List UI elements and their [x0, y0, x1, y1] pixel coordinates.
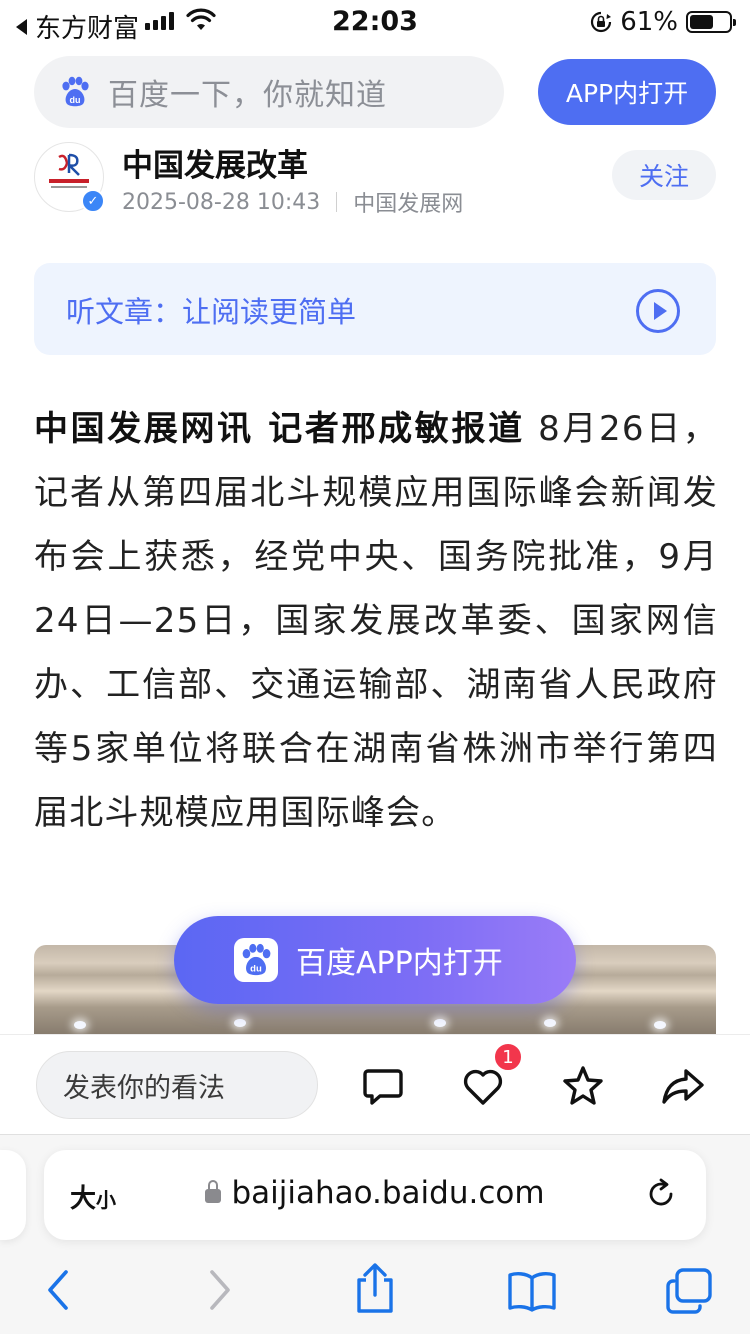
open-in-baidu-app-label: 百度APP内打开 — [296, 946, 503, 981]
favorite-star-icon[interactable] — [560, 1063, 606, 1109]
orientation-lock-icon — [591, 11, 612, 33]
listen-article-banner[interactable]: 听文章：让阅读更简单 — [34, 263, 716, 355]
search-placeholder: 百度一下，你就知道 — [108, 78, 387, 113]
baidu-app-icon: du — [234, 938, 278, 982]
status-right: 61% — [590, 7, 736, 37]
comment-icon[interactable] — [360, 1063, 406, 1109]
svg-text:du: du — [70, 95, 81, 105]
status-bar: 东方财富 22:03 61% — [0, 0, 750, 44]
listen-label: 听文章：让阅读更简单 — [66, 295, 357, 329]
open-in-baidu-app-button[interactable]: du 百度APP内打开 — [174, 916, 576, 1004]
url-text: baijiahao.baidu.com — [231, 1175, 545, 1211]
address-bar[interactable]: 大小 baijiahao.baidu.com — [44, 1150, 706, 1240]
ceiling-light — [654, 1021, 666, 1029]
search-box[interactable]: du 百度一下，你就知道 — [34, 56, 504, 128]
meta-divider — [336, 192, 338, 212]
author-meta: 2025-08-28 10:43 中国发展网 — [122, 186, 463, 218]
back-chevron-icon[interactable] — [44, 1268, 74, 1312]
article-lead: 中国发展网讯 记者邢成敏报道 — [34, 409, 525, 449]
svg-text:du: du — [250, 964, 262, 975]
ceiling-light — [544, 1019, 556, 1027]
bookmarks-icon[interactable] — [506, 1270, 558, 1312]
ceiling-light — [74, 1021, 86, 1029]
play-icon[interactable] — [636, 289, 680, 333]
like-heart-icon[interactable] — [460, 1063, 506, 1109]
forward-chevron-icon[interactable] — [204, 1268, 234, 1312]
lock-icon — [205, 1180, 222, 1203]
article-text: 8月26日，记者从第四届北斗规模应用国际峰会新闻发布会上获悉，经党中央、国务院批… — [34, 409, 718, 833]
author-name[interactable]: 中国发展改革 — [122, 140, 308, 185]
reload-icon[interactable] — [644, 1177, 678, 1211]
ceiling-light — [434, 1019, 446, 1027]
like-count-badge: 1 — [493, 1042, 523, 1072]
baidu-paw-icon: du — [62, 76, 89, 107]
previous-tab-edge[interactable] — [0, 1150, 26, 1240]
tabs-icon[interactable] — [664, 1266, 714, 1314]
battery-percent: 61% — [620, 7, 678, 37]
verified-badge-icon: ✓ — [81, 189, 105, 213]
publish-datetime: 2025-08-28 10:43 — [122, 189, 321, 215]
url-display[interactable]: baijiahao.baidu.com — [44, 1175, 706, 1211]
battery-icon — [686, 11, 736, 33]
share-arrow-icon[interactable] — [660, 1063, 706, 1109]
comment-input[interactable]: 发表你的看法 — [36, 1051, 318, 1119]
open-in-app-button[interactable]: APP内打开 — [538, 59, 716, 125]
ceiling-light — [234, 1019, 246, 1027]
publish-source: 中国发展网 — [353, 192, 464, 217]
article-body: 中国发展网讯 记者邢成敏报道 8月26日，记者从第四届北斗规模应用国际峰会新闻发… — [34, 397, 718, 845]
battery-fill — [690, 15, 714, 29]
author-avatar[interactable]: ✓ — [34, 142, 105, 213]
share-icon[interactable] — [352, 1262, 398, 1314]
comment-bar: 发表你的看法 — [0, 1034, 750, 1134]
follow-button[interactable]: 关注 — [612, 150, 716, 200]
